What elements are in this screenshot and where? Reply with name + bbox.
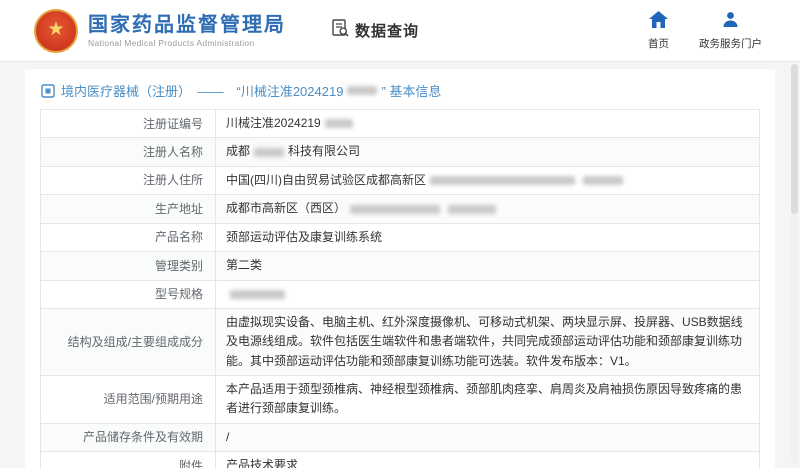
row-value: 川械注准2024219: [216, 110, 759, 137]
text-segment: 中国(四川)自由贸易试验区成都高新区: [226, 173, 426, 187]
row-label: 管理类别: [41, 252, 216, 279]
table-row: 结构及组成/主要组成成分由虚拟现实设备、电脑主机、红外深度摄像机、可移动式机架、…: [41, 309, 759, 376]
star-icon: ★: [47, 20, 64, 39]
text-segment: 成都市高新区（西区）: [226, 202, 346, 216]
table-row: 注册人名称成都 科技有限公司: [41, 138, 759, 166]
top-header: ★ 国家药品监督管理局 National Medical Products Ad…: [0, 0, 800, 62]
nav-home-label: 首页: [648, 36, 669, 51]
table-row: 型号规格: [41, 281, 759, 309]
back-icon[interactable]: [41, 84, 55, 98]
registration-info-table: 注册证编号川械注准2024219注册人名称成都科技有限公司注册人住所中国(四川)…: [40, 109, 760, 468]
row-value: 成都市高新区（西区）: [216, 195, 759, 222]
text-segment: ” 基本信息: [381, 84, 441, 99]
redacted-text: [347, 86, 377, 95]
table-row: 产品储存条件及有效期 /: [41, 424, 759, 452]
table-row: 附件产品技术要求: [41, 452, 759, 468]
row-label: 附件: [41, 452, 216, 468]
row-value: [216, 281, 759, 308]
agency-title: 国家药品监督管理局: [88, 14, 286, 36]
text-segment: 川械注准2024219: [226, 116, 321, 130]
data-query-icon: [330, 18, 350, 43]
row-label: 注册证编号: [41, 110, 216, 137]
row-value: 颈部运动评估及康复训练系统: [216, 224, 759, 251]
table-row: 生产地址成都市高新区（西区）: [41, 195, 759, 223]
text-segment: 成都: [226, 145, 250, 159]
redacted-text: [230, 290, 285, 299]
table-row: 注册证编号川械注准2024219: [41, 110, 759, 138]
redacted-text: [350, 205, 440, 214]
row-value: /: [216, 424, 759, 451]
nav-home[interactable]: 首页: [648, 11, 669, 51]
row-value: 第二类: [216, 252, 759, 279]
data-query-label: 数据查询: [355, 20, 419, 41]
user-icon: [722, 11, 739, 33]
redacted-text: [430, 176, 575, 185]
row-label: 注册人名称: [41, 138, 216, 165]
text-segment: 由虚拟现实设备、电脑主机、红外深度摄像机、可移动式机架、两块显示屏、投屏器、US…: [226, 315, 743, 368]
top-nav: 首页 政务服务门户: [648, 11, 762, 51]
nav-gov-portal-label: 政务服务门户: [699, 36, 762, 51]
text-segment: 境内医疗器械（注册） —— “川械注准2024219: [61, 84, 343, 99]
content-card: 境内医疗器械（注册） —— “川械注准2024219 ” 基本信息 注册证编号川械…: [25, 69, 775, 468]
redacted-text: [325, 119, 353, 128]
row-label: 产品名称: [41, 224, 216, 251]
text-segment: 第二类: [226, 258, 262, 272]
agency-logo[interactable]: ★ 国家药品监督管理局 National Medical Products Ad…: [34, 9, 286, 53]
row-label: 产品储存条件及有效期: [41, 424, 216, 451]
row-label: 适用范围/预期用途: [41, 376, 216, 423]
row-value: 成都 科技有限公司: [216, 138, 759, 165]
table-row: 产品名称颈部运动评估及康复训练系统: [41, 224, 759, 252]
row-label: 型号规格: [41, 281, 216, 308]
text-segment: /: [226, 430, 229, 444]
attachment-link[interactable]: 产品技术要求: [226, 458, 298, 468]
redacted-text: [448, 205, 496, 214]
scrollbar-thumb[interactable]: [791, 64, 798, 214]
table-row: 管理类别第二类: [41, 252, 759, 280]
nav-gov-portal[interactable]: 政务服务门户: [699, 11, 762, 51]
row-value: 产品技术要求: [216, 452, 759, 468]
agency-name-block: 国家药品监督管理局 National Medical Products Admi…: [88, 14, 286, 48]
redacted-text: [254, 148, 284, 157]
row-value: 中国(四川)自由贸易试验区成都高新区: [216, 167, 759, 194]
text-segment: 科技有限公司: [288, 145, 360, 159]
text-segment: 颈部运动评估及康复训练系统: [226, 230, 382, 244]
breadcrumb-text: 境内医疗器械（注册） —— “川械注准2024219 ” 基本信息: [61, 81, 441, 100]
breadcrumb: 境内医疗器械（注册） —— “川械注准2024219 ” 基本信息: [25, 69, 775, 109]
row-label: 注册人住所: [41, 167, 216, 194]
table-row: 适用范围/预期用途本产品适用于颈型颈椎病、神经根型颈椎病、颈部肌肉痉挛、肩周炎及…: [41, 376, 759, 424]
text-segment: 本产品适用于颈型颈椎病、神经根型颈椎病、颈部肌肉痉挛、肩周炎及肩袖损伤原因导致疼…: [226, 382, 742, 415]
home-icon: [649, 11, 668, 33]
data-query-tab[interactable]: 数据查询: [330, 18, 419, 43]
row-label: 结构及组成/主要组成成分: [41, 309, 216, 375]
row-label: 生产地址: [41, 195, 216, 222]
page-scrollbar[interactable]: [791, 64, 798, 464]
table-row: 注册人住所中国(四川)自由贸易试验区成都高新区: [41, 167, 759, 195]
agency-subtitle: National Medical Products Administration: [88, 38, 286, 48]
row-value: 由虚拟现实设备、电脑主机、红外深度摄像机、可移动式机架、两块显示屏、投屏器、US…: [216, 309, 759, 375]
national-emblem-icon: ★: [34, 9, 78, 53]
redacted-text: [583, 176, 623, 185]
row-value: 本产品适用于颈型颈椎病、神经根型颈椎病、颈部肌肉痉挛、肩周炎及肩袖损伤原因导致疼…: [216, 376, 759, 423]
